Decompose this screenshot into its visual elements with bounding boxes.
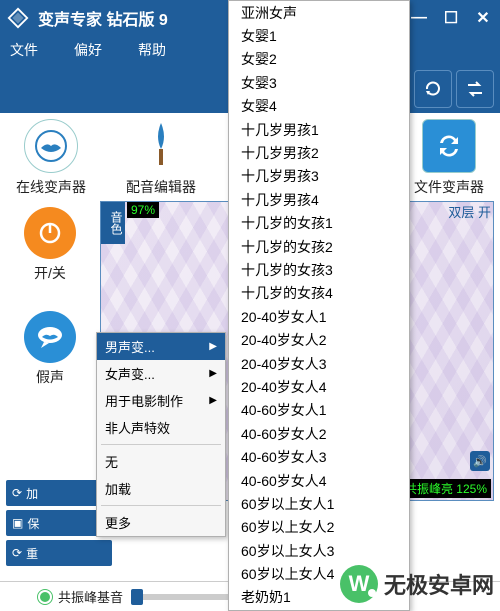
submenu-item[interactable]: 十几岁的女孩1 xyxy=(229,212,409,235)
chevron-right-icon: ▶ xyxy=(209,341,217,352)
submenu-item[interactable]: 60岁以上女人1 xyxy=(229,492,409,515)
formant-pct: 共振峰亮 125% xyxy=(401,479,491,498)
submenu-item[interactable]: 十几岁的女孩4 xyxy=(229,282,409,305)
globe-lips-icon xyxy=(24,119,78,173)
menu-item[interactable]: 加载 xyxy=(97,475,225,502)
submenu-item[interactable]: 十几岁男孩3 xyxy=(229,165,409,188)
tool-online-voice[interactable]: 在线变声器 xyxy=(6,119,96,197)
submenu-item[interactable]: 十几岁的女孩2 xyxy=(229,235,409,258)
submenu-item[interactable]: 40-60岁女人2 xyxy=(229,422,409,445)
duplex-label[interactable]: 双层 开 xyxy=(448,202,491,221)
watermark-logo-icon: W xyxy=(340,565,378,603)
tool-label: 在线变声器 xyxy=(16,177,86,197)
submenu-item[interactable]: 60岁以上女人3 xyxy=(229,539,409,562)
menu-item[interactable]: 非人声特效 xyxy=(97,414,225,441)
tool-file-voice[interactable]: 文件变声器 xyxy=(404,119,494,197)
submenu-item[interactable]: 20-40岁女人3 xyxy=(229,352,409,375)
voice-preset-submenu[interactable]: 亚洲女声女婴1女婴2女婴3女婴4十几岁男孩1十几岁男孩2十几岁男孩3十几岁男孩4… xyxy=(228,0,410,611)
submenu-item[interactable]: 女婴4 xyxy=(229,95,409,118)
submenu-item[interactable]: 十几岁男孩4 xyxy=(229,188,409,211)
submenu-item[interactable]: 女婴3 xyxy=(229,71,409,94)
menu-item[interactable]: 男声变...▶ xyxy=(97,333,225,360)
power-label: 开/关 xyxy=(24,263,76,283)
tool-dub-editor[interactable]: 配音编辑器 xyxy=(116,119,206,197)
status-dot-icon xyxy=(40,592,50,602)
menu-item[interactable]: 女声变...▶ xyxy=(97,360,225,387)
watermark-text: 无极安卓网 xyxy=(384,568,494,600)
power-button[interactable] xyxy=(24,207,76,259)
close-button[interactable]: ✕ xyxy=(472,7,494,29)
submenu-item[interactable]: 40-60岁女人1 xyxy=(229,399,409,422)
menu-item[interactable]: 无 xyxy=(97,448,225,475)
submenu-item[interactable]: 20-40岁女人1 xyxy=(229,305,409,328)
redo-icon[interactable] xyxy=(414,70,452,108)
submenu-item[interactable]: 20-40岁女人4 xyxy=(229,375,409,398)
disk-icon: ▣ xyxy=(12,516,23,530)
slider-thumb[interactable] xyxy=(131,589,143,605)
voice-chat-label: 假声 xyxy=(24,367,76,387)
submenu-item[interactable]: 40-60岁女人3 xyxy=(229,445,409,468)
app-logo-icon xyxy=(6,6,30,30)
chevron-right-icon: ▶ xyxy=(209,395,217,406)
menu-preferences[interactable]: 偏好 xyxy=(74,40,102,60)
chevron-right-icon: ▶ xyxy=(209,368,217,379)
submenu-item[interactable]: 女婴2 xyxy=(229,48,409,71)
minimize-button[interactable]: — xyxy=(408,7,430,29)
submenu-item[interactable]: 亚洲女声 xyxy=(229,1,409,24)
watermark: W 无极安卓网 xyxy=(340,565,494,603)
menu-file[interactable]: 文件 xyxy=(10,40,38,60)
menu-help[interactable]: 帮助 xyxy=(138,40,166,60)
submenu-item[interactable]: 十几岁男孩2 xyxy=(229,141,409,164)
timbre-pct: 97% xyxy=(127,202,159,218)
submenu-item[interactable]: 40-60岁女人4 xyxy=(229,469,409,492)
tool-label: 配音编辑器 xyxy=(126,177,196,197)
voice-chat-button[interactable] xyxy=(24,311,76,363)
cycle-icon: ⟳ xyxy=(12,546,22,560)
brush-icon xyxy=(134,119,188,173)
menu-item[interactable]: 用于电影制作▶ xyxy=(97,387,225,414)
submenu-item[interactable]: 十几岁的女孩3 xyxy=(229,258,409,281)
formant-pitch-label: 共振峰基音 xyxy=(58,587,123,606)
submenu-item[interactable]: 十几岁男孩1 xyxy=(229,118,409,141)
voice-category-menu[interactable]: 男声变...▶女声变...▶用于电影制作▶非人声特效无加载更多 xyxy=(96,332,226,537)
menu-item[interactable]: 更多 xyxy=(97,509,225,536)
submenu-item[interactable]: 女婴1 xyxy=(229,24,409,47)
cycle-icon: ⟳ xyxy=(12,486,22,500)
cycle-icon xyxy=(422,119,476,173)
maximize-button[interactable]: ☐ xyxy=(440,7,462,29)
submenu-item[interactable]: 60岁以上女人2 xyxy=(229,516,409,539)
timbre-label: 音色 xyxy=(101,202,125,244)
left-controls: 开/关 假声 xyxy=(6,201,94,501)
submenu-item[interactable]: 20-40岁女人2 xyxy=(229,328,409,351)
sound-icon[interactable]: 🔊 xyxy=(470,451,490,471)
reset-button[interactable]: ⟳重 xyxy=(6,540,112,566)
tool-label: 文件变声器 xyxy=(414,177,484,197)
swap-icon[interactable] xyxy=(456,70,494,108)
